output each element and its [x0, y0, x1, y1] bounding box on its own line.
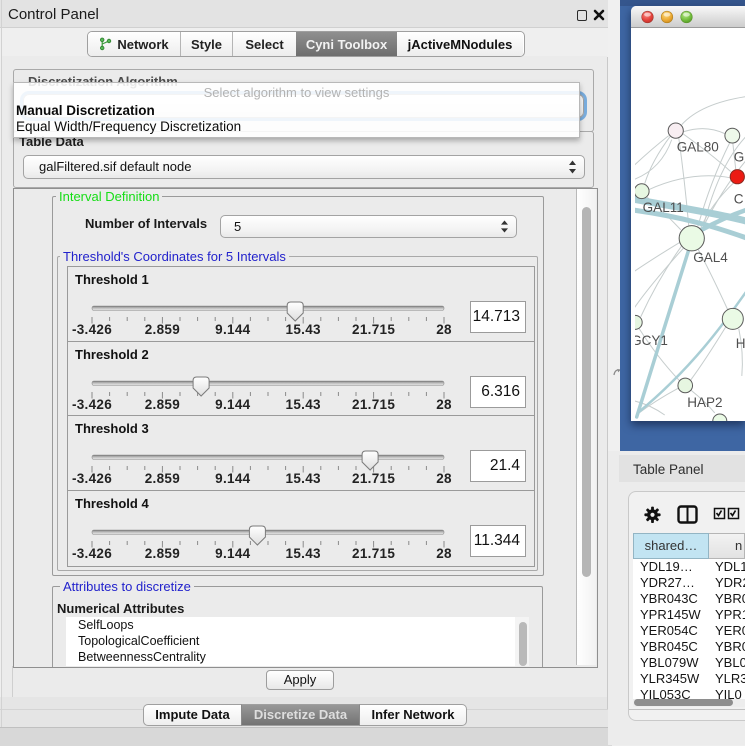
svg-text:GAL80: GAL80 [676, 139, 718, 154]
svg-text:G.: G. [733, 149, 745, 164]
svg-text:H: H [735, 335, 745, 350]
svg-text:GCY1: GCY1 [635, 332, 668, 347]
svg-text:C: C [733, 191, 743, 206]
svg-text:HAP2: HAP2 [687, 394, 722, 409]
svg-text:GAL11: GAL11 [642, 200, 683, 215]
svg-text:GAL4: GAL4 [693, 249, 728, 264]
